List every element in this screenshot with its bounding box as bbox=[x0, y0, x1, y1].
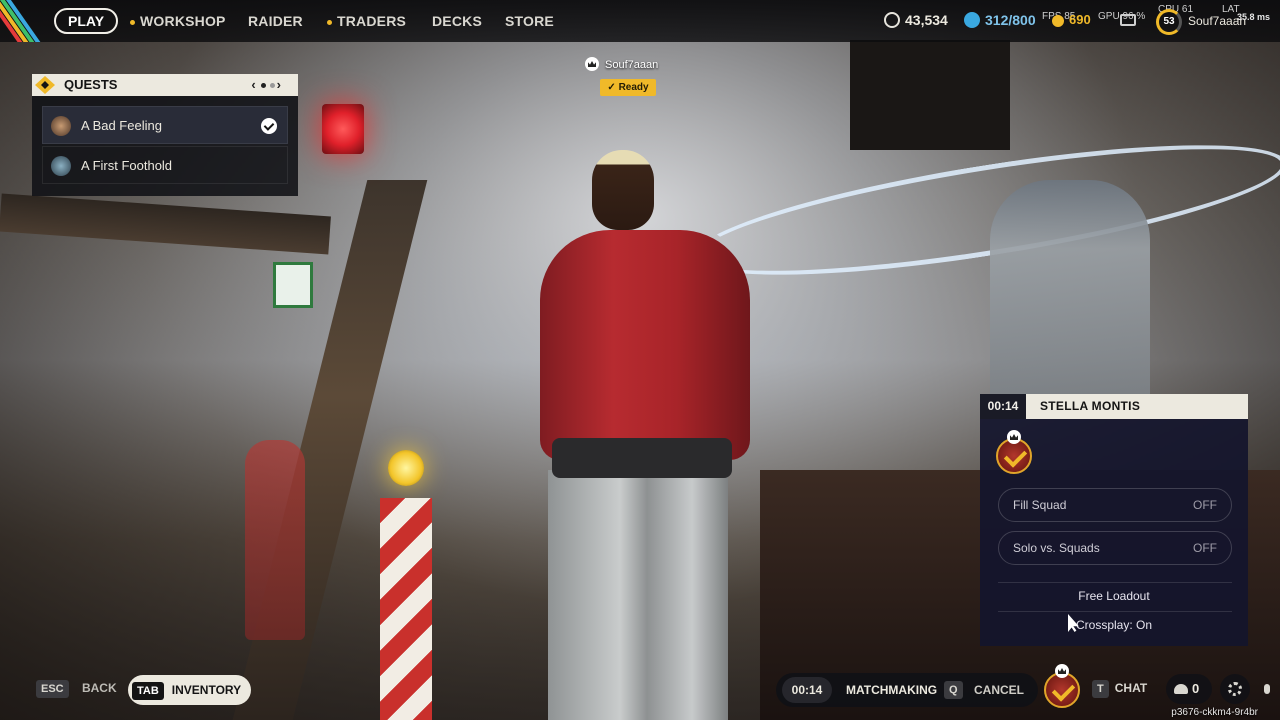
fill-squad-label: Fill Squad bbox=[1013, 498, 1067, 512]
quests-header: QUESTS ‹ › bbox=[32, 74, 298, 96]
matchmaking-timer: 00:14 bbox=[782, 677, 832, 703]
character-torso bbox=[540, 230, 750, 460]
quest-diamond-icon bbox=[35, 76, 55, 94]
pager-dot-active bbox=[260, 83, 266, 89]
solo-vs-squads-toggle[interactable]: Solo vs. Squads OFF bbox=[998, 531, 1232, 565]
character-legs bbox=[548, 470, 728, 720]
nav-store-label: STORE bbox=[505, 13, 554, 29]
nav-raider-label: RAIDER bbox=[248, 13, 303, 29]
friends-icon bbox=[1174, 684, 1188, 694]
nav-store[interactable]: STORE bbox=[505, 13, 554, 29]
cancel-key-hint: Q bbox=[944, 681, 963, 699]
top-navigation-bar: PLAY WORKSHOP RAIDER TRADERS DECKS STORE… bbox=[0, 0, 1280, 42]
squad-panel: 00:14 STELLA MONTIS Fill Squad OFF Solo … bbox=[980, 394, 1248, 646]
quest-item[interactable]: A Bad Feeling bbox=[42, 106, 288, 144]
back-button[interactable]: ESC BACK bbox=[36, 680, 117, 698]
quests-pager[interactable]: ‹ › bbox=[251, 74, 284, 96]
gpu-label: GPU bbox=[1098, 11, 1120, 22]
fill-squad-toggle[interactable]: Fill Squad OFF bbox=[998, 488, 1232, 522]
nav-decks-label: DECKS bbox=[432, 13, 483, 29]
quest-label: A First Foothold bbox=[81, 158, 173, 173]
inventory-label: INVENTORY bbox=[171, 683, 242, 697]
notification-dot-icon bbox=[327, 19, 332, 25]
friends-count: 0 bbox=[1192, 681, 1200, 696]
nav-decks[interactable]: DECKS bbox=[432, 13, 482, 29]
nav-workshop[interactable]: WORKSHOP bbox=[130, 13, 226, 29]
scene-npc-left bbox=[245, 440, 305, 640]
player-level-value: 53 bbox=[1163, 16, 1175, 27]
quest-item[interactable]: A First Foothold bbox=[42, 146, 288, 184]
quest-giver-avatar bbox=[51, 116, 71, 136]
character-head bbox=[592, 150, 654, 230]
fill-squad-value: OFF bbox=[1193, 498, 1217, 512]
divider bbox=[998, 611, 1232, 612]
scene-red-lamp bbox=[322, 104, 364, 154]
quest-giver-avatar bbox=[51, 156, 71, 176]
matchmaking-label: MATCHMAKING bbox=[846, 683, 938, 697]
solo-vs-squads-value: OFF bbox=[1193, 541, 1217, 555]
premium-counter: 690 bbox=[1052, 12, 1091, 27]
token-icon bbox=[964, 12, 980, 28]
premium-value: 690 bbox=[1069, 12, 1091, 27]
matchmaking-bar: 00:14 MATCHMAKING Q CANCEL bbox=[776, 673, 1038, 707]
nav-traders[interactable]: TRADERS bbox=[327, 13, 406, 29]
bottom-squad-emblem[interactable] bbox=[1044, 664, 1080, 708]
cancel-matchmaking-button[interactable]: CANCEL bbox=[974, 673, 1024, 707]
squad-leader-emblem bbox=[996, 430, 1032, 474]
scene-exit-sign bbox=[273, 262, 313, 308]
premium-icon bbox=[1052, 15, 1064, 27]
quests-title: QUESTS bbox=[64, 77, 118, 92]
player-nameplate: Souf7aaan bbox=[585, 57, 658, 71]
notification-dot-icon bbox=[130, 19, 135, 25]
latency-readout: 35.8 ms bbox=[1237, 12, 1271, 22]
friends-button[interactable]: 0 bbox=[1166, 674, 1212, 704]
map-name: STELLA MONTIS bbox=[1040, 399, 1141, 413]
tab-key-hint: TAB bbox=[132, 681, 164, 700]
build-id: p3676-ckkm4-9r4br bbox=[1171, 707, 1258, 718]
nav-workshop-label: WORKSHOP bbox=[140, 13, 226, 29]
chat-button[interactable]: T CHAT bbox=[1092, 680, 1147, 698]
scene-npc-right bbox=[990, 180, 1150, 410]
scene-dark-board bbox=[850, 40, 1010, 150]
settings-button[interactable] bbox=[1220, 674, 1250, 704]
coins-counter: 43,534 bbox=[884, 12, 948, 28]
squad-panel-header: 00:14 STELLA MONTIS bbox=[980, 394, 1248, 419]
divider bbox=[998, 582, 1232, 583]
nav-raider[interactable]: RAIDER bbox=[248, 13, 303, 29]
crown-icon bbox=[585, 57, 599, 71]
crown-icon bbox=[1055, 664, 1069, 678]
mail-icon[interactable] bbox=[1120, 14, 1136, 26]
solo-vs-squads-label: Solo vs. Squads bbox=[1013, 541, 1100, 555]
nav-play-button[interactable]: PLAY bbox=[54, 8, 119, 34]
loadout-label[interactable]: Free Loadout bbox=[980, 589, 1248, 603]
player-level-badge[interactable]: 53 bbox=[1156, 9, 1182, 35]
ready-status-label: Ready bbox=[618, 82, 649, 93]
coin-icon bbox=[884, 12, 900, 28]
back-label: BACK bbox=[81, 681, 117, 696]
brand-stripes-logo bbox=[0, 0, 44, 42]
quest-label: A Bad Feeling bbox=[81, 118, 162, 133]
ready-status-badge: ✓ Ready bbox=[600, 79, 656, 96]
pager-dot bbox=[269, 83, 275, 89]
scene-beam-top bbox=[0, 193, 331, 255]
mic-icon[interactable] bbox=[1264, 684, 1270, 694]
character-belt bbox=[552, 438, 732, 478]
crossplay-label[interactable]: Crossplay: On bbox=[980, 618, 1248, 632]
squad-timer: 00:14 bbox=[980, 394, 1026, 419]
tokens-value: 312/800 bbox=[985, 12, 1036, 28]
coins-value: 43,534 bbox=[905, 12, 948, 28]
check-icon bbox=[261, 118, 277, 134]
nav-traders-label: TRADERS bbox=[337, 13, 407, 29]
scene-striped-pole bbox=[380, 498, 432, 720]
quests-panel: QUESTS ‹ › A Bad Feeling A First Foothold bbox=[32, 74, 298, 196]
chat-key-hint: T bbox=[1092, 680, 1109, 698]
tokens-counter: 312/800 bbox=[964, 12, 1036, 28]
scene-yellow-lamp bbox=[388, 450, 424, 486]
inventory-button[interactable]: TAB INVENTORY bbox=[128, 675, 252, 705]
player-name: Souf7aaan bbox=[605, 59, 659, 71]
gear-icon bbox=[1228, 682, 1242, 696]
chat-label: CHAT bbox=[1114, 681, 1148, 696]
esc-key-hint: ESC bbox=[36, 680, 69, 698]
crown-icon bbox=[1007, 430, 1021, 444]
